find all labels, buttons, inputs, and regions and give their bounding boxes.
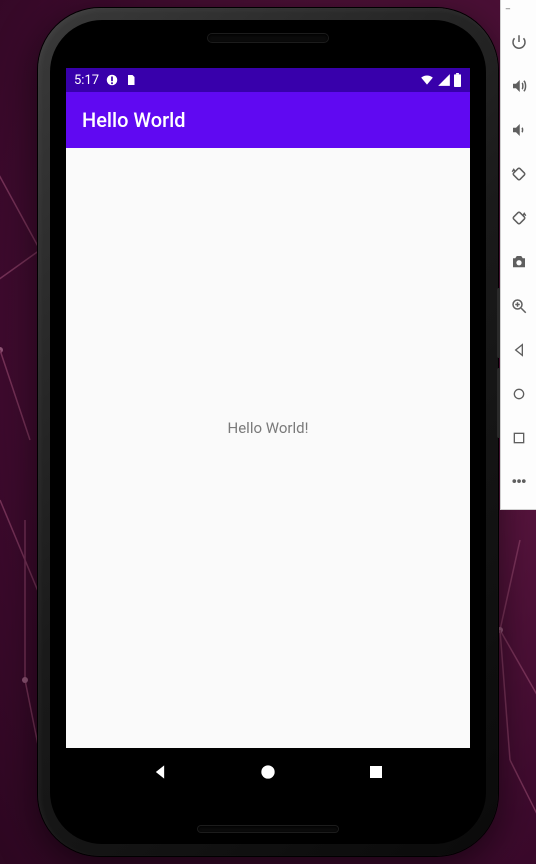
greeting-text: Hello World! — [228, 419, 309, 437]
device-frame: 5:17 Hello W — [38, 8, 498, 856]
debug-icon — [105, 73, 119, 87]
app-title: Hello World — [82, 108, 186, 132]
rotate-left-icon — [510, 165, 528, 183]
nav-home-button[interactable] — [238, 762, 298, 782]
screenshot-button[interactable] — [501, 240, 536, 284]
circle-icon — [511, 386, 527, 402]
rotate-left-button[interactable] — [501, 152, 536, 196]
emu-overview-button[interactable] — [501, 416, 536, 460]
emulator-toolbar: – — [500, 0, 536, 510]
android-nav-bar — [66, 748, 470, 796]
status-bar[interactable]: 5:17 — [66, 68, 470, 92]
cell-signal-icon — [437, 73, 451, 87]
emu-home-button[interactable] — [501, 372, 536, 416]
device-screen: 5:17 Hello W — [66, 68, 470, 796]
volume-up-button[interactable] — [501, 64, 536, 108]
emu-back-button[interactable] — [501, 328, 536, 372]
power-button[interactable] — [501, 20, 536, 64]
nav-recents-icon — [367, 763, 385, 781]
volume-up-icon — [510, 77, 528, 95]
camera-icon — [510, 253, 528, 271]
content-area: Hello World! — [66, 148, 470, 748]
status-clock: 5:17 — [74, 73, 99, 88]
nav-back-button[interactable] — [130, 762, 190, 782]
power-icon — [510, 33, 528, 51]
zoom-in-icon — [510, 297, 528, 315]
back-triangle-icon — [511, 342, 527, 358]
nav-back-icon — [150, 762, 170, 782]
rotate-right-icon — [510, 209, 528, 227]
app-bar: Hello World — [66, 92, 470, 148]
zoom-button[interactable] — [501, 284, 536, 328]
more-icon: ••• — [511, 480, 525, 484]
rotate-right-button[interactable] — [501, 196, 536, 240]
wifi-icon — [419, 73, 435, 87]
window-minimise-icon[interactable]: – — [505, 6, 511, 14]
nav-home-icon — [258, 762, 278, 782]
volume-down-icon — [510, 121, 528, 139]
volume-down-button[interactable] — [501, 108, 536, 152]
bottom-slot — [198, 826, 338, 832]
emu-more-button[interactable]: ••• — [501, 460, 536, 504]
nav-recents-button[interactable] — [346, 763, 406, 781]
earpiece-slot — [208, 34, 328, 42]
square-icon — [511, 430, 527, 446]
battery-icon — [453, 73, 462, 87]
file-icon — [125, 73, 137, 87]
